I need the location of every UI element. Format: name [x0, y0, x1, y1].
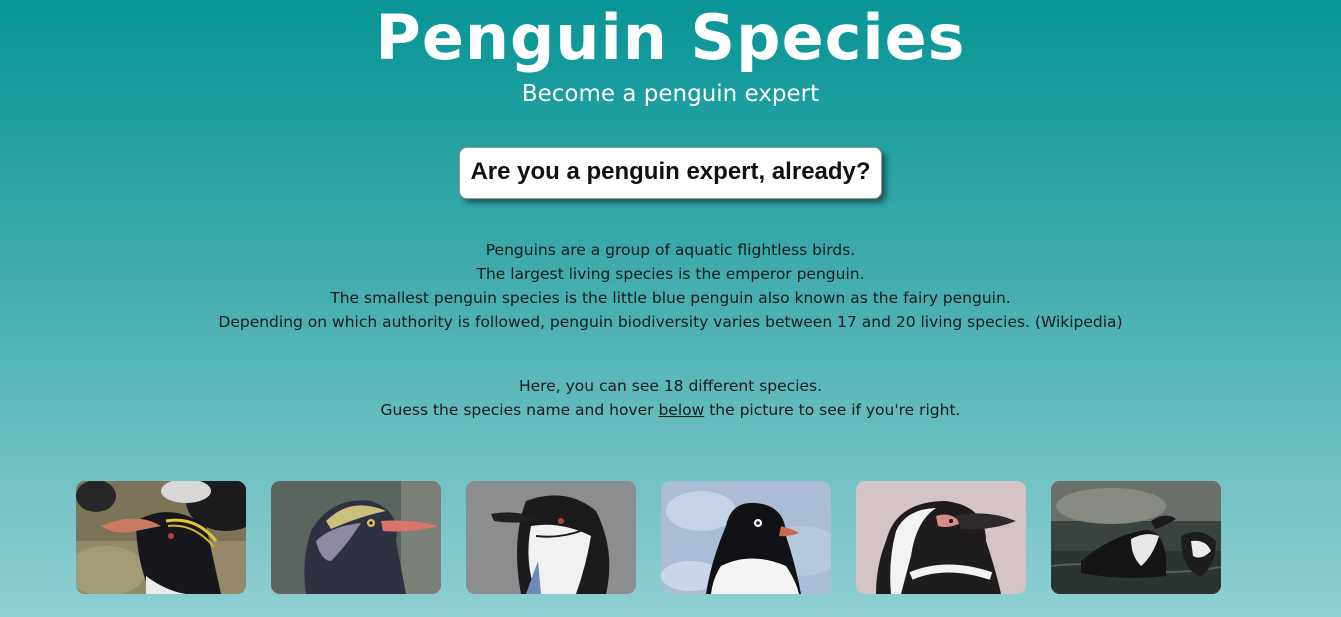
guess-instruction-text: Guess the species name and hover below t… [0, 398, 1341, 422]
below-link[interactable]: below [658, 401, 704, 419]
crested-penguin-photo[interactable] [76, 481, 246, 594]
quiz-button[interactable]: Are you a penguin expert, already? [459, 147, 882, 199]
intro-text: Penguins are a group of aquatic flightle… [0, 238, 1341, 334]
yellow-eyed-penguin-photo[interactable] [271, 481, 441, 594]
adelie-penguin-photo[interactable] [661, 481, 831, 594]
intro-line: Depending on which authority is followed… [218, 313, 1123, 331]
species-count-text: Here, you can see 18 different species. [518, 377, 823, 395]
page-subtitle: Become a penguin expert [521, 81, 820, 107]
penguin-gallery [76, 481, 1221, 594]
chinstrap-penguin-photo[interactable] [466, 481, 636, 594]
swimming-penguin-photo[interactable] [1051, 481, 1221, 594]
quiz-section: Are you a penguin expert, already? [0, 147, 1341, 199]
guess-text-before: Guess the species name and hover [380, 401, 659, 419]
guess-instructions: Here, you can see 18 different species. … [0, 374, 1341, 422]
guess-text-after: the picture to see if you're right. [704, 401, 961, 419]
intro-line: The smallest penguin species is the litt… [330, 289, 1011, 307]
page-title: Penguin Species [375, 1, 966, 74]
magellanic-penguin-photo[interactable] [856, 481, 1026, 594]
page-header: Penguin Species Become a penguin expert [0, 0, 1341, 109]
intro-line: Penguins are a group of aquatic flightle… [485, 241, 856, 259]
intro-line: The largest living species is the empero… [476, 265, 865, 283]
